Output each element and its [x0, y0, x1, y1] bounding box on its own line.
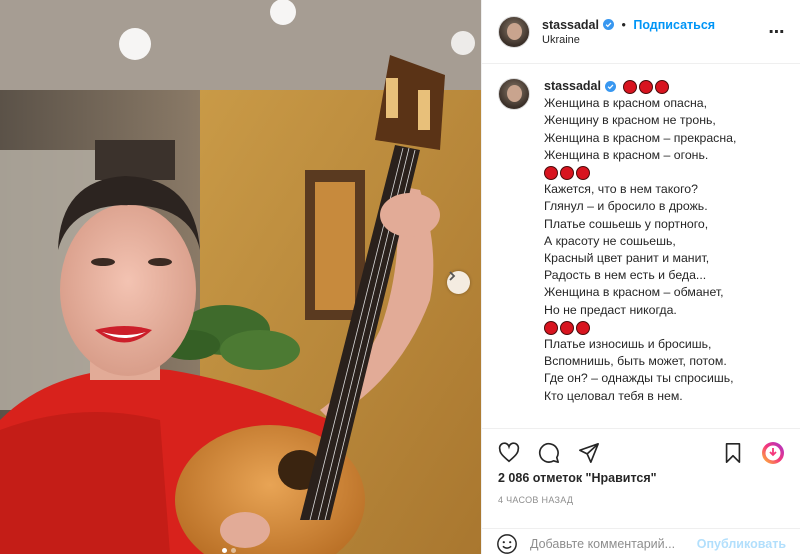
action-bar: [482, 428, 800, 476]
caption-line: Женщина в красном – огонь.: [544, 147, 709, 162]
share-button[interactable]: [576, 440, 602, 466]
separator: •: [621, 17, 626, 32]
caption-line: А красоту не сошьешь,: [544, 233, 676, 248]
bookmark-icon: [725, 442, 741, 463]
more-options-icon[interactable]: ⋯: [768, 22, 786, 42]
carousel-dot: [222, 548, 227, 553]
publish-button[interactable]: Опубликовать: [697, 537, 786, 551]
save-button[interactable]: [720, 440, 746, 466]
avatar[interactable]: [498, 78, 530, 110]
next-media-button[interactable]: [447, 271, 470, 294]
carousel-indicator: [222, 548, 236, 553]
share-icon: [579, 442, 599, 463]
like-button[interactable]: [496, 440, 522, 466]
caption-header: stassadal: [544, 78, 794, 95]
follow-button[interactable]: Подписаться: [633, 18, 715, 32]
caption-text: stassadal Женщина в красном опасна, Женщ…: [544, 78, 794, 426]
comment-bar: Опубликовать: [482, 528, 800, 554]
caption-line: Женщину в красном не тронь,: [544, 113, 716, 128]
caption-line: Женщина в красном – обманет,: [544, 285, 724, 300]
post-modal: stassadal • Подписаться Ukraine ⋯ stassa…: [0, 0, 800, 554]
username[interactable]: stassadal: [542, 18, 599, 32]
username[interactable]: stassadal: [544, 78, 601, 95]
caption-line: Радость в нем есть и беда...: [544, 268, 707, 283]
comment-input[interactable]: [530, 536, 697, 551]
username-link[interactable]: stassadal: [544, 78, 616, 95]
verified-badge-icon: [602, 19, 614, 30]
chevron-right-icon: [449, 271, 456, 281]
header-info: stassadal • Подписаться Ukraine: [542, 18, 768, 46]
caption-line: Платье износишь и бросишь,: [544, 337, 712, 352]
emoji-icon[interactable]: [496, 533, 518, 554]
caption-line: Платье сошьешь у портного,: [544, 216, 709, 231]
post-header: stassadal • Подписаться Ukraine ⋯: [482, 0, 800, 64]
post-sidebar: stassadal • Подписаться Ukraine ⋯ stassa…: [481, 0, 800, 554]
location-link[interactable]: Ukraine: [542, 34, 768, 46]
red-circle-emoji-line: [544, 319, 794, 336]
caption-line: Кто целовал тебя в нем.: [544, 388, 683, 403]
caption-line: Женщина в красном опасна,: [544, 96, 708, 111]
post-photo: [0, 0, 481, 554]
verified-badge-icon: [604, 81, 616, 93]
caption-line: Женщина в красном – прекрасна,: [544, 130, 737, 145]
caption-line: Красный цвет ранит и манит,: [544, 251, 710, 266]
reels-badge-icon: [762, 441, 784, 464]
likes-count[interactable]: 2 086 отметок "Нравится": [498, 471, 657, 485]
caption-line: Но не предаст никогда.: [544, 302, 677, 317]
reels-badge-button[interactable]: [760, 440, 786, 466]
comment-button[interactable]: [536, 440, 562, 466]
red-circle-emoji-line: [544, 164, 794, 181]
caption-line: Глянул – и бросило в дрожь.: [544, 199, 708, 214]
caption-line: Кажется, что в нем такого?: [544, 182, 698, 197]
caption: stassadal Женщина в красном опасна, Женщ…: [498, 78, 794, 426]
avatar[interactable]: [498, 15, 530, 48]
post-timestamp[interactable]: 4 ЧАСОВ НАЗАД: [498, 495, 573, 505]
red-circle-emoji: [623, 79, 670, 94]
carousel-dot: [231, 548, 236, 553]
comment-icon: [538, 442, 559, 463]
username-link[interactable]: stassadal: [542, 18, 614, 32]
post-media[interactable]: [0, 0, 481, 554]
caption-line: Где он? – однажды ты спросишь,: [544, 371, 734, 386]
heart-icon: [498, 441, 520, 462]
caption-line: Вспомнишь, быть может, потом.: [544, 354, 727, 369]
